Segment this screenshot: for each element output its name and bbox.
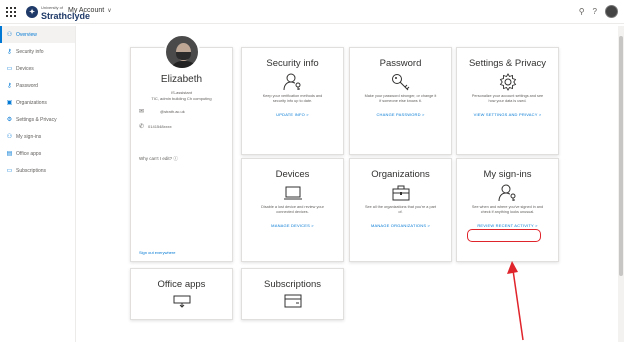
card-title: Office apps <box>157 279 206 290</box>
sidebar-item-settings[interactable]: ⚙ Settings & Privacy <box>0 111 75 128</box>
card-title: Password <box>379 58 422 69</box>
person-key-icon: ⚇ <box>6 134 13 140</box>
view-settings-link[interactable]: VIEW SETTINGS AND PRIVACY > <box>457 112 558 117</box>
top-bar: ✦ University of Strathclyde My Account ∨ … <box>0 0 624 24</box>
profile-title: IS-assistant <box>171 90 192 95</box>
profile-phone: 0141548xxxx <box>148 124 172 129</box>
scrollbar-thumb[interactable] <box>619 36 623 276</box>
sidebar-item-overview[interactable]: ⚇ Overview <box>0 26 75 43</box>
sidebar-item-label: Subscriptions <box>16 167 47 174</box>
update-info-link[interactable]: UPDATE INFO > <box>242 112 343 117</box>
sidebar-item-office-apps[interactable]: ▤ Office apps <box>0 145 75 162</box>
briefcase-icon: ▣ <box>6 100 13 106</box>
my-sign-ins-card: My sign-ins See when and where you've si… <box>456 158 559 262</box>
profile-name: Elizabeth <box>160 74 203 85</box>
password-card: Password Make your password stronger, or… <box>349 47 452 155</box>
profile-card: Elizabeth IS-assistant TIC, admin buildi… <box>130 34 233 262</box>
mail-icon: ✉ <box>139 109 145 115</box>
briefcase-icon <box>392 185 409 201</box>
person-icon: ⚇ <box>6 32 13 38</box>
card-description: Make your password stronger, or change i… <box>364 94 437 103</box>
card-description: Personalize your account settings and se… <box>471 94 544 103</box>
organizations-card: Organizations See all the organizations … <box>349 158 452 262</box>
card-description: See all the organizations that you're a … <box>364 205 436 214</box>
sidebar-item-password[interactable]: ⚷ Password <box>0 77 75 94</box>
card-icon: ▭ <box>6 168 13 174</box>
security-info-card: Security info Keep your verification met… <box>241 47 344 155</box>
account-label: My Account <box>68 7 105 14</box>
sidebar-item-label: Settings & Privacy <box>16 116 57 123</box>
lock-icon[interactable]: ⚲ <box>579 7 585 16</box>
office-icon <box>173 295 190 308</box>
sign-out-everywhere-link[interactable]: Sign out everywhere <box>139 250 175 255</box>
change-password-link[interactable]: CHANGE PASSWORD > <box>350 112 451 117</box>
crest-icon: ✦ <box>26 6 38 18</box>
phone-icon: ✆ <box>139 124 145 130</box>
card-title: Settings & Privacy <box>468 58 547 69</box>
card-title: Subscriptions <box>263 279 322 290</box>
gear-icon <box>499 73 516 91</box>
why-cant-edit-link[interactable]: Why can't I edit? ⓘ <box>139 156 178 162</box>
person-key-icon <box>283 73 300 91</box>
header-actions: ⚲ ? <box>579 5 618 18</box>
card-title: Organizations <box>371 169 430 180</box>
card-title: Security info <box>266 58 319 69</box>
annotation-arrow <box>507 261 524 341</box>
sidebar-item-organizations[interactable]: ▣ Organizations <box>0 94 75 111</box>
sidebar-item-label: Password <box>16 82 38 89</box>
sidebar-item-label: My sign-ins <box>16 133 42 140</box>
sidebar: ⚇ Overview ⚷ Security info ▭ Devices ⚷ Passw… <box>0 26 76 342</box>
review-recent-activity-link[interactable]: REVIEW RECENT ACTIVITY > <box>457 223 558 228</box>
avatar[interactable] <box>605 5 618 18</box>
card-title: My sign-ins <box>483 169 532 180</box>
manage-organizations-link[interactable]: MANAGE ORGANIZATIONS > <box>350 223 451 228</box>
key-icon <box>391 74 409 91</box>
sidebar-item-label: Organizations <box>16 99 47 106</box>
key-icon: ⚷ <box>7 83 12 89</box>
manage-devices-link[interactable]: MANAGE DEVICES > <box>242 223 343 228</box>
sidebar-item-label: Devices <box>16 65 34 72</box>
profile-department: TIC, admin building Ch computing <box>151 96 212 101</box>
profile-phone-row: ✆ 0141548xxxx <box>139 123 172 130</box>
account-switcher[interactable]: My Account ∨ <box>68 7 112 14</box>
sidebar-item-label: Overview <box>16 31 37 38</box>
sidebar-item-label: Security info <box>16 48 44 55</box>
sidebar-item-label: Office apps <box>16 150 42 157</box>
card-description: Keep your verification methods and secur… <box>262 94 323 103</box>
laptop-icon: ▭ <box>6 66 13 72</box>
profile-email-row: ✉ @strath.ac.uk <box>139 108 185 115</box>
devices-card: Devices Disable a lost device and review… <box>241 158 344 262</box>
profile-email: @strath.ac.uk <box>160 109 185 114</box>
profile-photo <box>164 34 200 70</box>
sidebar-item-devices[interactable]: ▭ Devices <box>0 60 75 77</box>
card-title: Devices <box>275 169 310 180</box>
sidebar-item-subscriptions[interactable]: ▭ Subscriptions <box>0 162 75 179</box>
chevron-down-icon: ∨ <box>107 8 112 14</box>
help-icon[interactable]: ? <box>593 7 597 16</box>
settings-privacy-card: Settings & Privacy Personalize your acco… <box>456 47 559 155</box>
sidebar-item-security-info[interactable]: ⚷ Security info <box>0 43 75 60</box>
waffle-icon[interactable] <box>6 7 16 17</box>
card-description: Disable a lost device and review your co… <box>261 205 324 214</box>
card-description: See when and where you've signed in and … <box>471 205 544 214</box>
annotation-highlight <box>467 229 541 242</box>
card-icon <box>284 294 301 308</box>
key-icon: ⚷ <box>7 49 12 55</box>
office-icon: ▤ <box>6 151 13 157</box>
page-scrollbar[interactable] <box>618 26 624 342</box>
laptop-icon <box>283 186 302 200</box>
office-apps-card: Office apps <box>130 268 233 320</box>
subscriptions-card: Subscriptions <box>241 268 344 320</box>
person-key-icon <box>498 184 515 202</box>
gear-icon: ⚙ <box>6 117 13 123</box>
sidebar-item-my-sign-ins[interactable]: ⚇ My sign-ins <box>0 128 75 145</box>
